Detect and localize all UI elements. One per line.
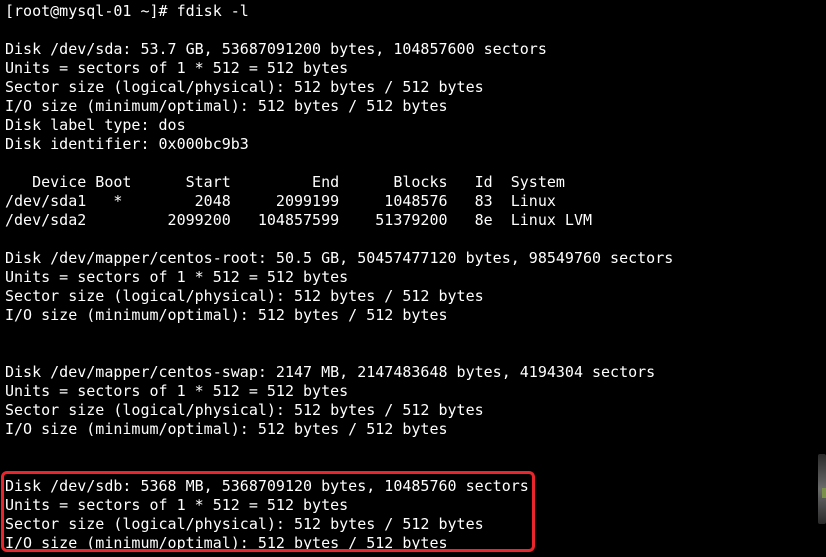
partition-row: /dev/sda1 * 2048 2099199 1048576 83 Linu…: [5, 192, 556, 210]
disk-header-line: Disk /dev/mapper/centos-swap: 2147 MB, 2…: [5, 363, 656, 381]
terminal-line: Disk label type: dos: [5, 116, 186, 134]
terminal-line: I/O size (minimum/optimal): 512 bytes / …: [5, 97, 448, 115]
terminal-line: I/O size (minimum/optimal): 512 bytes / …: [5, 306, 448, 324]
terminal-line: Sector size (logical/physical): 512 byte…: [5, 515, 484, 533]
terminal-output: [root@mysql-01 ~]# fdisk -l Disk /dev/sd…: [5, 2, 826, 553]
terminal-window[interactable]: [root@mysql-01 ~]# fdisk -l Disk /dev/sd…: [0, 0, 826, 557]
disk-header-line: Disk /dev/mapper/centos-root: 50.5 GB, 5…: [5, 249, 674, 267]
disk-header-line: Disk /dev/sda: 53.7 GB, 53687091200 byte…: [5, 40, 547, 58]
terminal-line: I/O size (minimum/optimal): 512 bytes / …: [5, 534, 448, 552]
disk-header-line: Disk /dev/sdb: 5368 MB, 5368709120 bytes…: [5, 477, 529, 495]
terminal-line: I/O size (minimum/optimal): 512 bytes / …: [5, 420, 448, 438]
terminal-line: Sector size (logical/physical): 512 byte…: [5, 287, 484, 305]
terminal-line: Sector size (logical/physical): 512 byte…: [5, 401, 484, 419]
scrollbar-marker: [822, 488, 826, 498]
terminal-line: Units = sectors of 1 * 512 = 512 bytes: [5, 59, 349, 77]
prompt-line: [root@mysql-01 ~]# fdisk -l: [5, 2, 249, 20]
terminal-line: Sector size (logical/physical): 512 byte…: [5, 78, 484, 96]
partition-table-header: Device Boot Start End Blocks Id System: [5, 173, 565, 191]
terminal-line: Units = sectors of 1 * 512 = 512 bytes: [5, 268, 349, 286]
terminal-line: Disk identifier: 0x000bc9b3: [5, 135, 249, 153]
terminal-line: Units = sectors of 1 * 512 = 512 bytes: [5, 382, 349, 400]
terminal-line: Units = sectors of 1 * 512 = 512 bytes: [5, 496, 349, 514]
partition-row: /dev/sda2 2099200 104857599 51379200 8e …: [5, 211, 592, 229]
